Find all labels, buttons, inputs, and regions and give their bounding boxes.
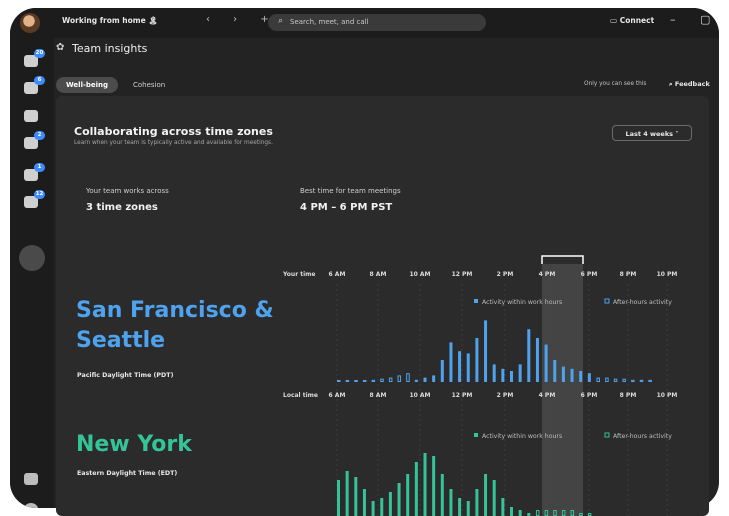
local-tick-label: 12 PM bbox=[452, 392, 473, 399]
bar-work-hours bbox=[484, 320, 488, 382]
bar-work-hours bbox=[354, 477, 358, 516]
bar-work-hours bbox=[432, 375, 436, 382]
bar-after-hours bbox=[648, 379, 652, 382]
bar-work-hours bbox=[501, 368, 505, 382]
bar-after-hours bbox=[639, 379, 644, 382]
legend-after-sf: After-hours activity bbox=[613, 299, 672, 306]
legend-work-swatch-ny bbox=[474, 433, 478, 437]
bar-work-hours bbox=[449, 342, 453, 382]
bar-work-hours bbox=[466, 353, 470, 382]
local-tick-label: 6 AM bbox=[329, 392, 346, 399]
bar-work-hours bbox=[492, 480, 496, 516]
bar-work-hours bbox=[501, 498, 505, 516]
bar-work-hours bbox=[406, 474, 410, 516]
bar-work-hours bbox=[535, 338, 539, 382]
local-tick-label: 2 PM bbox=[497, 392, 514, 399]
bar-work-hours bbox=[440, 360, 444, 382]
top-tick-label: 8 AM bbox=[370, 271, 387, 278]
best-time-bracket bbox=[541, 255, 584, 264]
bar-after-hours bbox=[596, 377, 600, 383]
bar-after-hours bbox=[362, 380, 367, 382]
bar-work-hours bbox=[492, 364, 496, 382]
legend-work-ny: Activity within work hours bbox=[482, 433, 562, 440]
local-tick-label: 4 PM bbox=[539, 392, 556, 399]
bar-work-hours bbox=[440, 474, 444, 516]
top-tick-label: 10 PM bbox=[657, 271, 678, 278]
bar-after-hours bbox=[388, 377, 393, 383]
bar-after-hours bbox=[337, 380, 341, 382]
bar-work-hours bbox=[579, 371, 583, 382]
top-tick-label: 6 PM bbox=[581, 271, 598, 278]
local-tick-label: 8 AM bbox=[370, 392, 387, 399]
bar-after-hours bbox=[587, 513, 592, 516]
bar-after-hours bbox=[397, 375, 402, 382]
bar-work-hours bbox=[553, 360, 557, 382]
activity-chart: Your time 6 AM 8 AM 10 AM 12 PM 2 PM 4 PM 6 PM… bbox=[282, 255, 678, 516]
bar-work-hours bbox=[414, 462, 418, 516]
top-tick-label: 4 PM bbox=[539, 271, 556, 278]
bar-work-hours bbox=[388, 492, 392, 516]
bar-work-hours bbox=[544, 344, 548, 382]
bar-work-hours bbox=[458, 498, 462, 516]
bar-after-hours bbox=[406, 373, 410, 383]
bar-after-hours bbox=[380, 378, 384, 383]
bar-work-hours bbox=[414, 379, 418, 382]
bar-work-hours bbox=[380, 498, 384, 516]
local-time-label: Local time bbox=[283, 392, 318, 399]
bar-after-hours bbox=[535, 510, 540, 516]
bar-work-hours bbox=[527, 329, 531, 382]
bar-work-hours bbox=[484, 474, 488, 516]
bar-after-hours bbox=[605, 377, 609, 383]
bar-after-hours bbox=[371, 379, 376, 382]
bar-work-hours bbox=[337, 480, 340, 516]
bar-after-hours bbox=[345, 380, 350, 382]
bar-work-hours bbox=[466, 501, 470, 516]
top-tick-label: 12 PM bbox=[452, 271, 473, 278]
legend-after-swatch-sf bbox=[604, 298, 610, 304]
bar-work-hours bbox=[345, 471, 349, 516]
legend-work-sf: Activity within work hours bbox=[482, 299, 562, 306]
bar-work-hours bbox=[371, 501, 375, 516]
bar-work-hours bbox=[510, 371, 513, 382]
bar-work-hours bbox=[458, 351, 462, 382]
legend-after-swatch-ny bbox=[604, 432, 610, 438]
bar-after-hours bbox=[622, 378, 626, 383]
local-tick-label: 8 PM bbox=[620, 392, 637, 399]
legend-after-ny: After-hours activity bbox=[613, 433, 672, 440]
local-tick-label: 10 AM bbox=[409, 392, 430, 399]
legend-work-swatch-sf bbox=[474, 299, 478, 303]
bar-after-hours bbox=[613, 378, 618, 383]
bar-work-hours bbox=[432, 456, 436, 516]
your-time-label: Your time bbox=[282, 271, 315, 278]
bar-work-hours bbox=[362, 489, 366, 516]
local-tick-label: 10 PM bbox=[657, 392, 678, 399]
top-tick-label: 10 AM bbox=[409, 271, 430, 278]
bar-work-hours bbox=[397, 483, 401, 516]
bar-work-hours bbox=[475, 338, 479, 382]
bar-work-hours bbox=[518, 364, 522, 382]
bar-work-hours bbox=[423, 453, 427, 516]
bar-work-hours bbox=[423, 377, 427, 382]
top-tick-label: 6 AM bbox=[329, 271, 346, 278]
local-tick-label: 6 PM bbox=[581, 392, 598, 399]
bar-work-hours bbox=[518, 510, 522, 516]
bar-work-hours bbox=[561, 366, 565, 382]
top-tick-label: 8 PM bbox=[620, 271, 637, 278]
top-tick-label: 2 PM bbox=[497, 271, 514, 278]
bar-work-hours bbox=[449, 489, 453, 516]
bar-work-hours bbox=[570, 368, 574, 382]
bar-work-hours bbox=[475, 489, 479, 516]
bar-after-hours bbox=[631, 379, 635, 382]
bar-work-hours bbox=[587, 373, 591, 382]
bar-after-hours bbox=[354, 380, 358, 382]
bar-work-hours bbox=[510, 507, 513, 516]
